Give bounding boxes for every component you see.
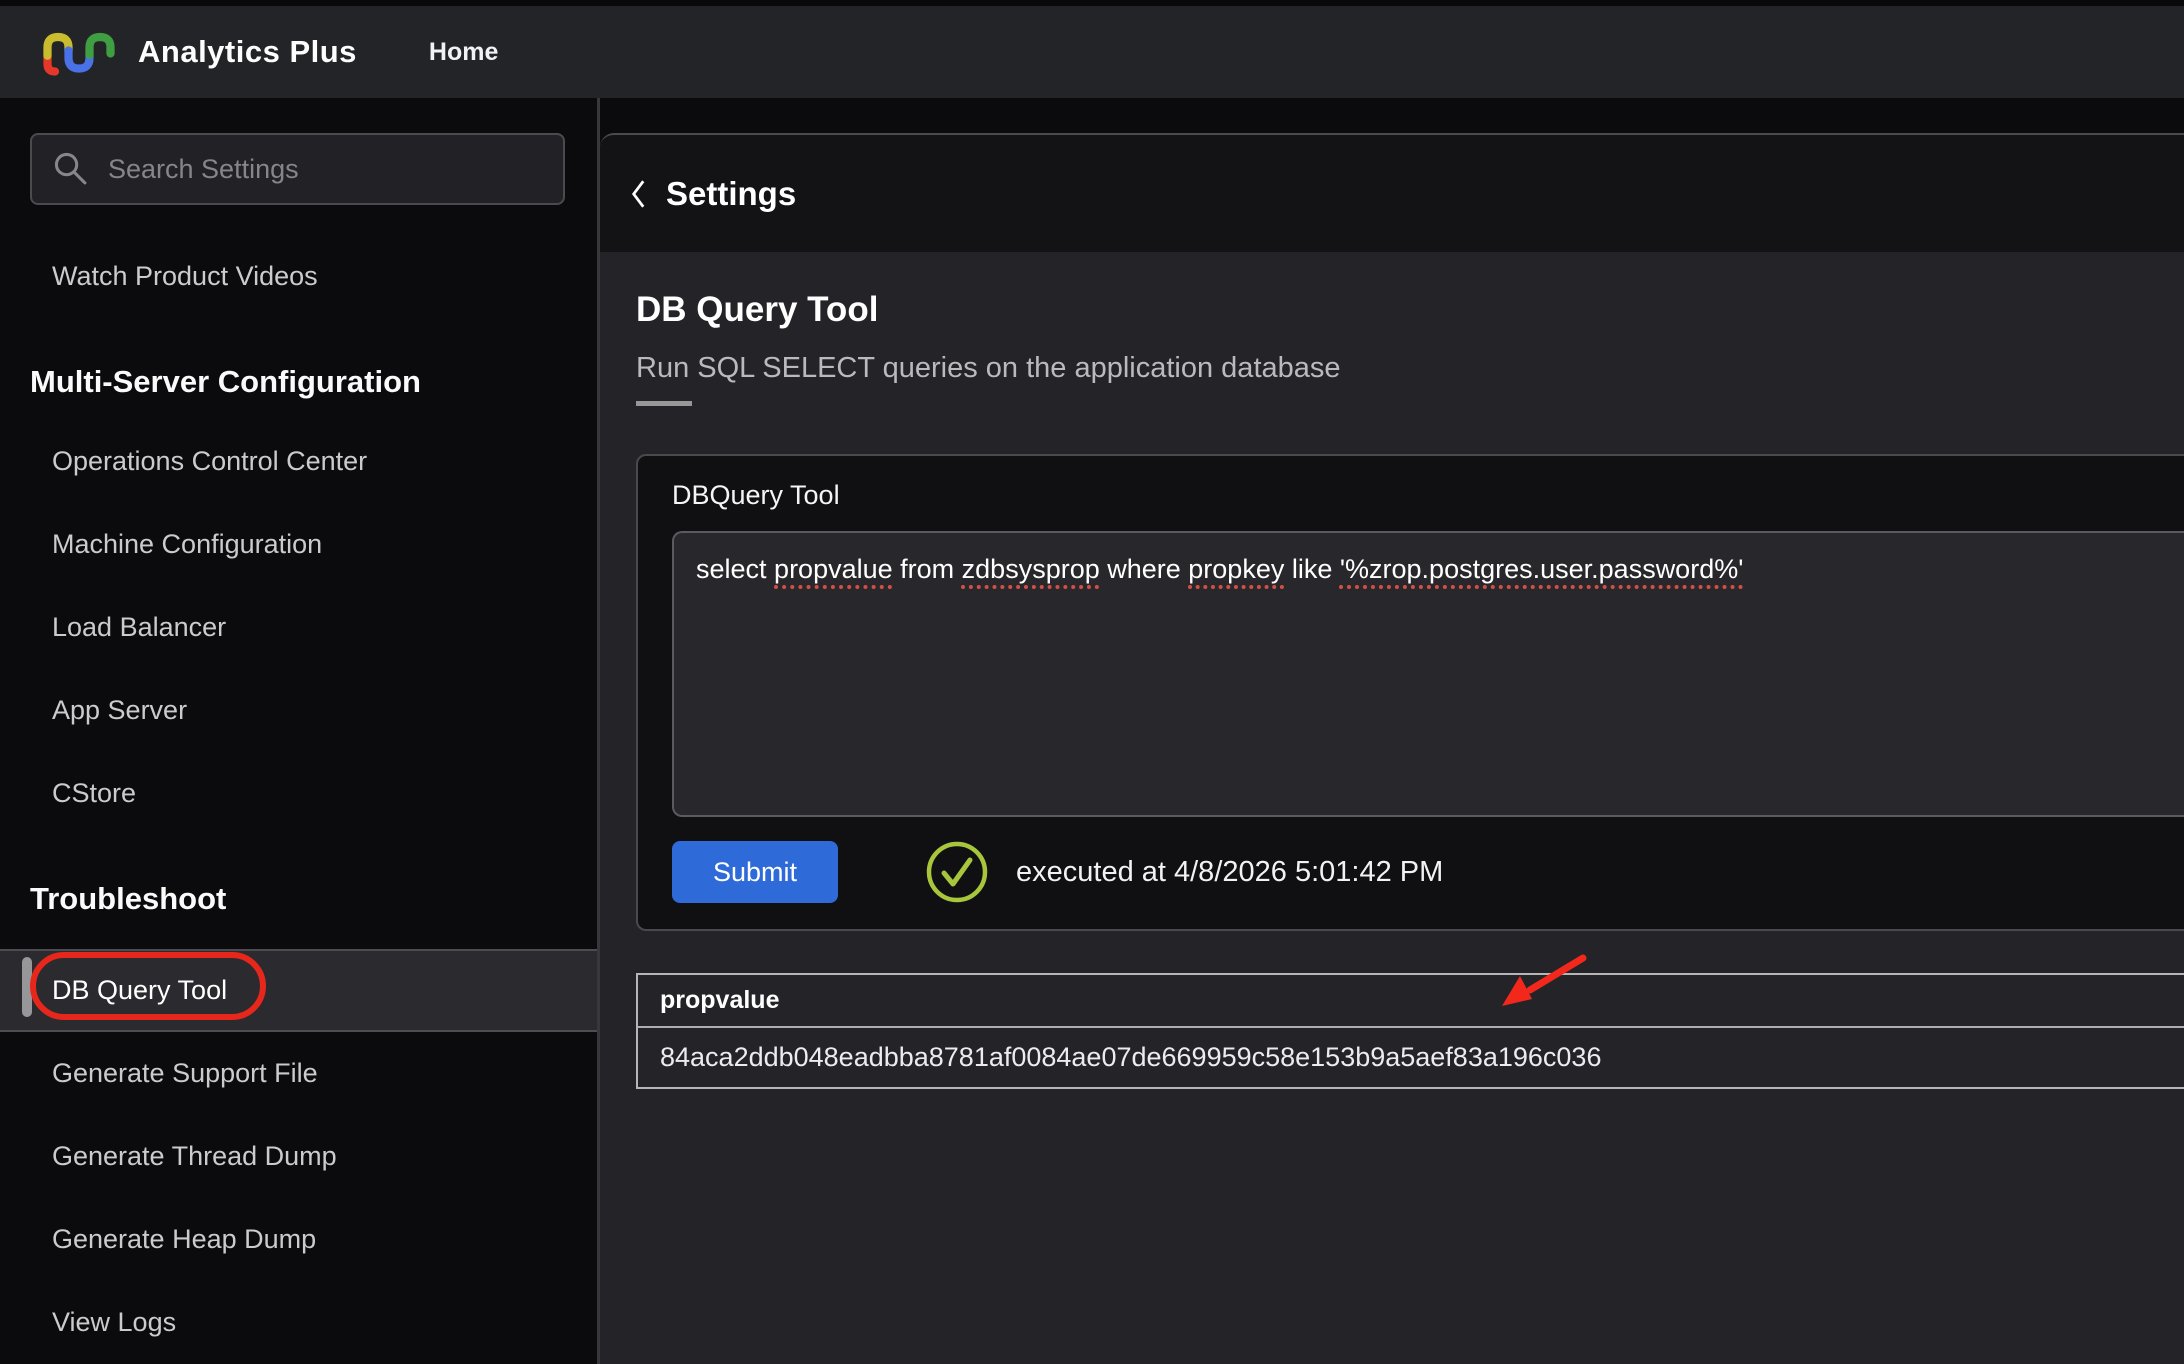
sidebar-section-troubleshoot: Troubleshoot: [0, 835, 597, 937]
sidebar-item-view-logs[interactable]: View Logs: [0, 1281, 597, 1364]
sidebar-item-load-balancer[interactable]: Load Balancer: [0, 586, 597, 669]
search-settings-box[interactable]: [30, 133, 565, 205]
submit-row: Submit executed at 4/8/2026 5:01:42 PM: [672, 839, 2184, 905]
settings-sidebar: Watch Product Videos Multi-Server Config…: [0, 98, 600, 1364]
query-token: where: [1100, 554, 1189, 584]
main-panel: Settings DB Query Tool Run SQL SELECT qu…: [600, 98, 2184, 1364]
page-title: DB Query Tool: [636, 290, 2184, 330]
sidebar-item-operations-control-center[interactable]: Operations Control Center: [0, 420, 597, 503]
settings-header: Settings: [600, 133, 2184, 252]
nav-home[interactable]: Home: [429, 38, 498, 67]
analytics-plus-logo-icon: [40, 24, 118, 80]
sql-query-textarea[interactable]: select propvalue from zdbsysprop where p…: [672, 531, 2184, 817]
query-token-misspelled: propvalue: [774, 554, 893, 584]
results-column-header: propvalue: [638, 975, 2184, 1028]
sidebar-nav: Watch Product Videos Multi-Server Config…: [0, 235, 597, 1364]
sidebar-section-multi-server-configuration: Multi-Server Configuration: [0, 318, 597, 420]
brand-title: Analytics Plus: [138, 34, 357, 70]
sidebar-item-generate-heap-dump[interactable]: Generate Heap Dump: [0, 1198, 597, 1281]
results-value-cell: 84aca2ddb048eadbba8781af0084ae07de669959…: [638, 1028, 2184, 1087]
sidebar-item-watch-product-videos[interactable]: Watch Product Videos: [0, 235, 597, 318]
sidebar-item-cstore[interactable]: CStore: [0, 752, 597, 835]
query-token-misspelled: '%zrop.postgres.user.password%': [1340, 554, 1744, 584]
settings-header-title[interactable]: Settings: [666, 175, 796, 213]
db-query-tool-page: DB Query Tool Run SQL SELECT queries on …: [600, 252, 2184, 1364]
query-token-misspelled: zdbsysprop: [962, 554, 1100, 584]
sidebar-item-app-server[interactable]: App Server: [0, 669, 597, 752]
dbquery-tool-panel: DBQuery Tool select propvalue from zdbsy…: [636, 454, 2184, 931]
query-token: from: [893, 554, 962, 584]
sidebar-scroll-thumb: [22, 957, 32, 1017]
query-token: like: [1284, 554, 1340, 584]
sidebar-item-db-query-tool[interactable]: DB Query Tool: [0, 949, 597, 1032]
query-results-table: propvalue 84aca2ddb048eadbba8781af0084ae…: [636, 973, 2184, 1089]
query-token: select: [696, 554, 774, 584]
execution-status-text: executed at 4/8/2026 5:01:42 PM: [1016, 856, 1443, 889]
topbar: Analytics Plus Home: [0, 0, 2184, 98]
query-token-misspelled: propkey: [1188, 554, 1284, 584]
search-icon: [52, 150, 90, 188]
page-subtitle: Run SQL SELECT queries on the applicatio…: [636, 352, 2184, 385]
sidebar-item-generate-support-file[interactable]: Generate Support File: [0, 1032, 597, 1115]
back-chevron-icon[interactable]: [628, 177, 650, 211]
sidebar-item-machine-configuration[interactable]: Machine Configuration: [0, 503, 597, 586]
submit-button[interactable]: Submit: [672, 841, 838, 903]
subtitle-underline-bar: [636, 401, 692, 406]
sidebar-item-generate-thread-dump[interactable]: Generate Thread Dump: [0, 1115, 597, 1198]
dbquery-panel-title: DBQuery Tool: [672, 480, 2184, 511]
brand[interactable]: Analytics Plus: [40, 24, 357, 80]
search-settings-input[interactable]: [108, 154, 543, 185]
success-check-icon: [924, 839, 990, 905]
